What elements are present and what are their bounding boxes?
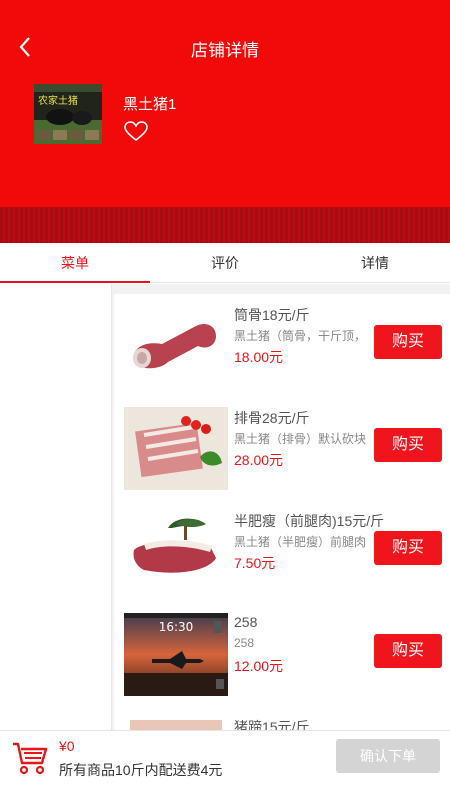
product-image: [124, 407, 228, 490]
product-price: 18.00元: [234, 349, 284, 365]
product-price: 12.00元: [234, 658, 284, 674]
product-price: 7.50元: [234, 555, 276, 571]
shop-logo-image: 农家土猪: [34, 84, 102, 144]
delivery-fee-note: 所有商品10斤内配送费4元: [59, 762, 223, 778]
product-name: 筒骨18元/斤: [234, 307, 310, 323]
product-desc: 黑土猪（半肥瘦）前腿肉: [234, 535, 367, 549]
cart-icon: [13, 742, 48, 775]
shop-detail-page: 店铺详情 农家土猪 黑土猪1 菜单 评价 详情 筒骨18元/斤 黑土猪（筒骨，干…: [0, 0, 450, 800]
product-desc: 258: [234, 636, 255, 650]
product-price: 28.00元: [234, 452, 284, 468]
product-name: 猪蹄15元/斤: [234, 719, 310, 730]
product-item[interactable]: 排骨28元/斤 黑土猪（排骨）默认砍块 28.00元 购买: [114, 397, 450, 500]
heart-icon: [124, 121, 148, 142]
tab-bar: 菜单 评价 详情: [0, 243, 450, 283]
header-decor-band: [0, 207, 450, 243]
product-item[interactable]: 筒骨18元/斤 黑土猪（筒骨，干斤顶， 18.00元 购买: [114, 294, 450, 397]
product-item[interactable]: 16:30 258 258 12.00元 购买: [114, 603, 450, 706]
product-image-time-text: 16:30: [159, 620, 194, 634]
confirm-order-button[interactable]: 确认下单: [336, 739, 440, 773]
buy-button[interactable]: 购买: [374, 325, 442, 359]
product-image: 16:30: [124, 613, 228, 696]
page-title: 店铺详情: [191, 41, 259, 60]
shop-header: 店铺详情 农家土猪 黑土猪1: [0, 0, 450, 243]
product-image: [124, 304, 228, 387]
product-name: 半肥瘦（前腿肉)15元/斤: [234, 513, 385, 529]
buy-button[interactable]: 购买: [374, 428, 442, 462]
cart-total: ¥0: [59, 738, 75, 754]
category-sidebar[interactable]: [0, 284, 112, 730]
product-item[interactable]: 半肥瘦（前腿肉)15元/斤 黑土猪（半肥瘦）前腿肉 7.50元 购买: [114, 500, 450, 603]
product-name: 258: [234, 614, 258, 630]
buy-button[interactable]: 购买: [374, 634, 442, 668]
product-name: 排骨28元/斤: [234, 410, 310, 426]
tab-reviews[interactable]: 评价: [150, 243, 300, 282]
product-desc: 黑土猪（筒骨，干斤顶，: [234, 329, 367, 343]
cart-button[interactable]: [12, 741, 48, 775]
tab-details[interactable]: 详情: [300, 243, 450, 282]
buy-button[interactable]: 购买: [374, 531, 442, 565]
product-desc: 黑土猪（排骨）默认砍块: [234, 432, 367, 446]
shop-name: 黑土猪1: [123, 96, 177, 113]
favorite-button[interactable]: [123, 120, 149, 142]
product-list[interactable]: 筒骨18元/斤 黑土猪（筒骨，干斤顶， 18.00元 购买 排骨28元/斤 黑土…: [112, 284, 450, 730]
product-image: [124, 510, 228, 593]
product-item[interactable]: 猪蹄15元/斤: [114, 706, 450, 730]
product-image: [124, 716, 228, 730]
tab-menu[interactable]: 菜单: [0, 243, 150, 283]
checkout-bar: ¥0 所有商品10斤内配送费4元 确认下单: [0, 730, 450, 800]
shop-logo-text: 农家土猪: [38, 94, 78, 107]
